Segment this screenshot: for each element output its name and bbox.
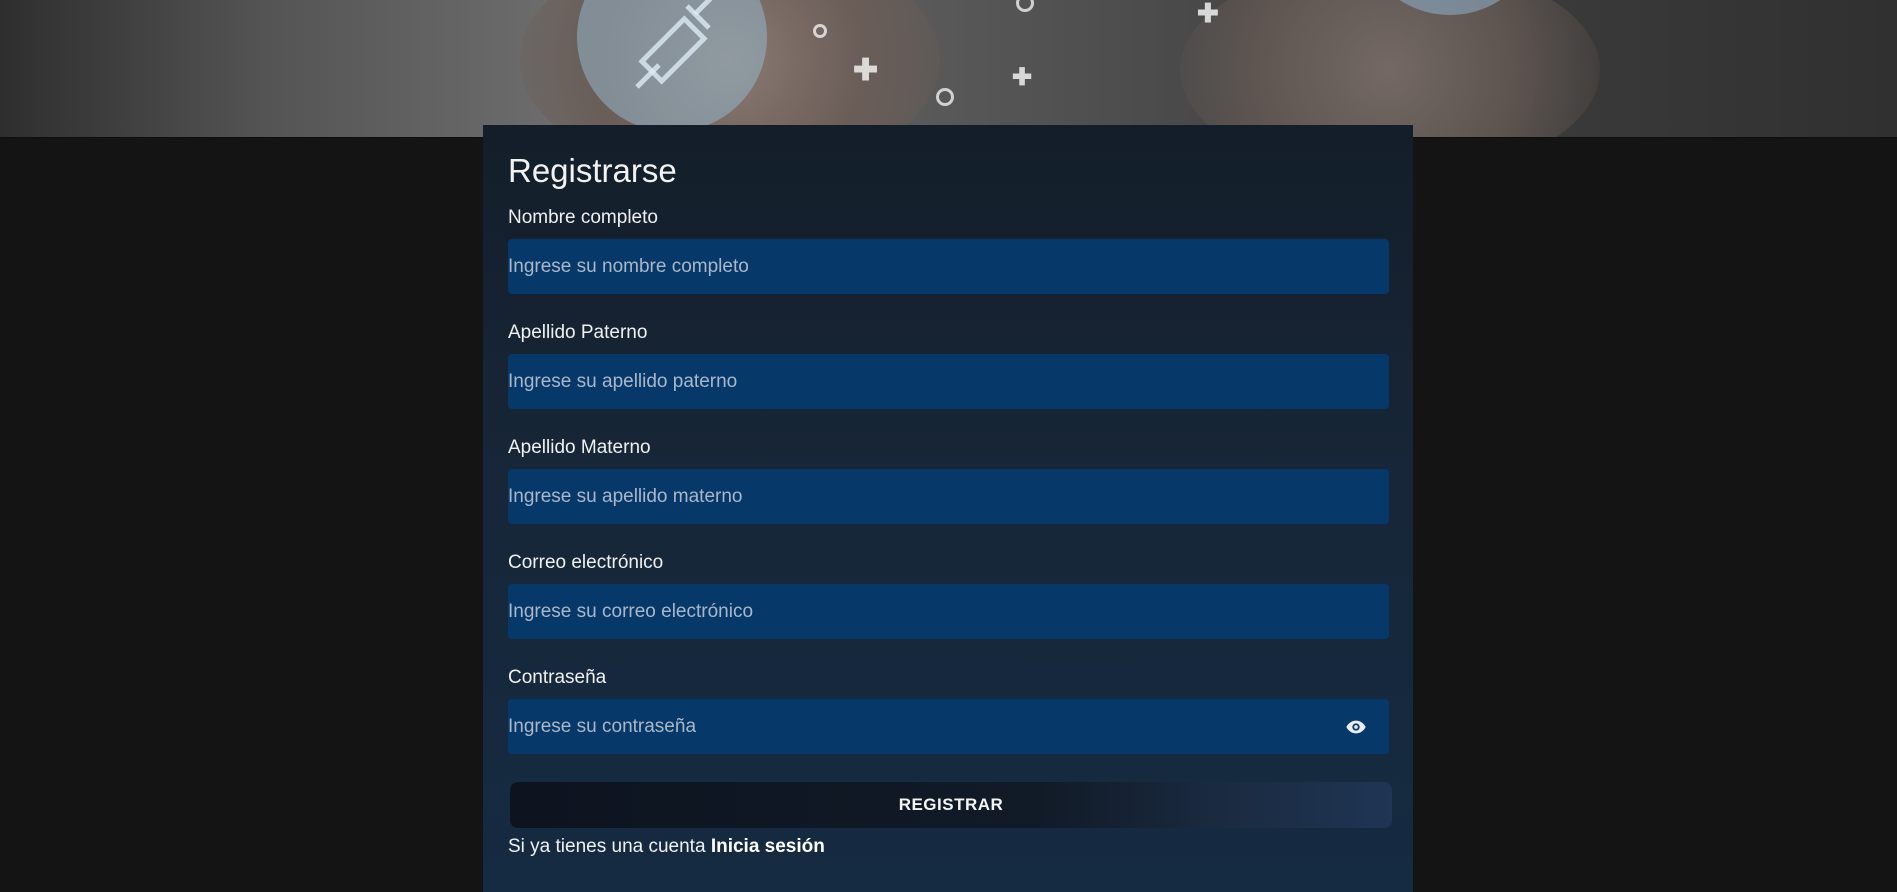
ring-icon <box>813 24 827 38</box>
paternal-surname-field: Apellido Paterno <box>508 322 1389 409</box>
maternal-surname-input[interactable] <box>508 469 1389 524</box>
email-field: Correo electrónico <box>508 552 1389 639</box>
full-name-box <box>508 239 1389 294</box>
login-prompt-text: Si ya tienes una cuenta <box>508 836 706 857</box>
register-button[interactable]: REGISTRAR <box>510 782 1392 828</box>
eye-icon[interactable] <box>1345 716 1367 738</box>
plus-icon: ✚ <box>1012 64 1033 91</box>
hand-shape <box>1180 0 1600 137</box>
paternal-surname-label: Apellido Paterno <box>508 322 648 343</box>
maternal-surname-field: Apellido Materno <box>508 437 1389 524</box>
hero-banner: ✚ ✚ ✚ <box>0 0 1897 138</box>
plus-icon: ✚ <box>1197 0 1219 28</box>
email-input[interactable] <box>508 584 1389 639</box>
password-box <box>508 699 1389 754</box>
full-name-input[interactable] <box>508 239 1389 294</box>
password-label: Contraseña <box>508 667 607 688</box>
register-card: Registrarse Nombre completo Apellido Pat… <box>483 125 1413 892</box>
page-title: Registrarse <box>508 152 677 189</box>
syringe-icon <box>635 0 713 89</box>
full-name-field: Nombre completo <box>508 207 1389 294</box>
ring-icon <box>936 88 954 106</box>
full-name-label: Nombre completo <box>508 207 658 228</box>
maternal-surname-box <box>508 469 1389 524</box>
maternal-surname-label: Apellido Materno <box>508 437 651 458</box>
password-field: Contraseña <box>508 667 1389 754</box>
email-box <box>508 584 1389 639</box>
login-prompt: Si ya tienes una cuenta Inicia sesión <box>508 836 825 858</box>
plus-icon: ✚ <box>853 54 879 87</box>
paternal-surname-input[interactable] <box>508 354 1389 409</box>
ring-icon <box>1016 0 1034 12</box>
password-input[interactable] <box>508 699 1389 754</box>
email-label: Correo electrónico <box>508 552 664 573</box>
paternal-surname-box <box>508 354 1389 409</box>
login-link[interactable]: Inicia sesión <box>711 836 825 857</box>
